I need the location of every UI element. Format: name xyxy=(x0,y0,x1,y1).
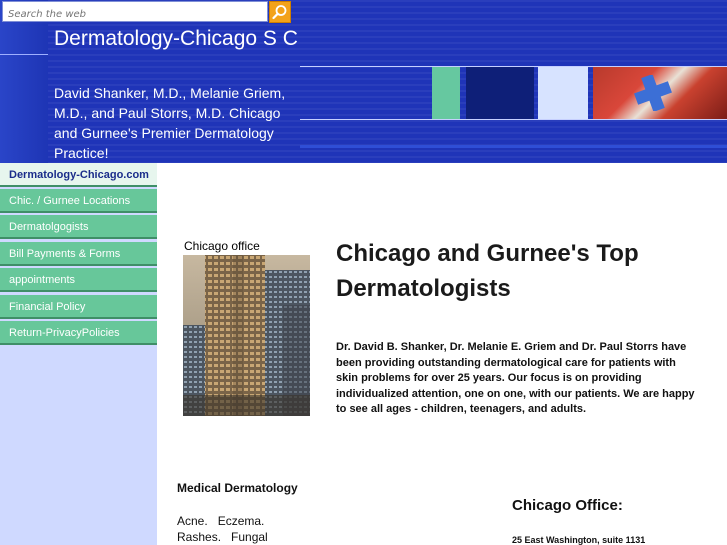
site-header: Dermatology-Chicago S C David Shanker, M… xyxy=(0,0,727,163)
search-box xyxy=(2,1,273,24)
site-title: Dermatology-Chicago S C xyxy=(54,27,298,50)
nav-item-privacy-policies[interactable]: Return-PrivacyPolicies xyxy=(0,321,157,345)
nav-item-home[interactable]: Dermatology-Chicago.com xyxy=(0,163,157,187)
medical-conditions-text: Rashes. Fungal xyxy=(177,530,268,544)
header-decor-block xyxy=(432,67,460,119)
office-building-photo xyxy=(183,255,310,416)
photo-caption: Chicago office xyxy=(184,239,260,253)
header-decor-block xyxy=(466,67,534,119)
nav-item-locations[interactable]: Chic. / Gurnee Locations xyxy=(0,189,157,213)
header-bottom-line xyxy=(300,145,727,148)
search-button[interactable] xyxy=(269,1,291,23)
nav-item-appointments[interactable]: appointments xyxy=(0,268,157,292)
sidebar-nav: Dermatology-Chicago.com Chic. / Gurnee L… xyxy=(0,163,157,545)
nav-item-financial-policy[interactable]: Financial Policy xyxy=(0,295,157,319)
chicago-office-address: 25 East Washington, suite 1131 xyxy=(512,535,646,545)
header-divider xyxy=(300,119,727,120)
medical-dermatology-heading: Medical Dermatology xyxy=(177,481,298,495)
search-icon xyxy=(272,5,287,20)
intro-paragraph: Dr. David B. Shanker, Dr. Melanie E. Gri… xyxy=(336,341,695,415)
header-divider xyxy=(0,54,48,55)
medical-conditions-text: Acne. Eczema. xyxy=(177,514,265,528)
page-heading: Chicago and Gurnee's Top Dermatologists xyxy=(336,240,639,302)
header-left-band xyxy=(0,0,48,163)
chicago-office-heading: Chicago Office: xyxy=(512,497,623,514)
search-input[interactable] xyxy=(3,5,273,24)
header-decor-block xyxy=(538,67,588,119)
header-banner-image xyxy=(593,67,727,119)
site-subtitle: David Shanker, M.D., Melanie Griem, M.D.… xyxy=(54,85,286,161)
medical-cross-image xyxy=(634,75,672,111)
nav-item-bill-payments[interactable]: Bill Payments & Forms xyxy=(0,242,157,266)
nav-item-dermatologists[interactable]: Dermatolgogists xyxy=(0,215,157,239)
